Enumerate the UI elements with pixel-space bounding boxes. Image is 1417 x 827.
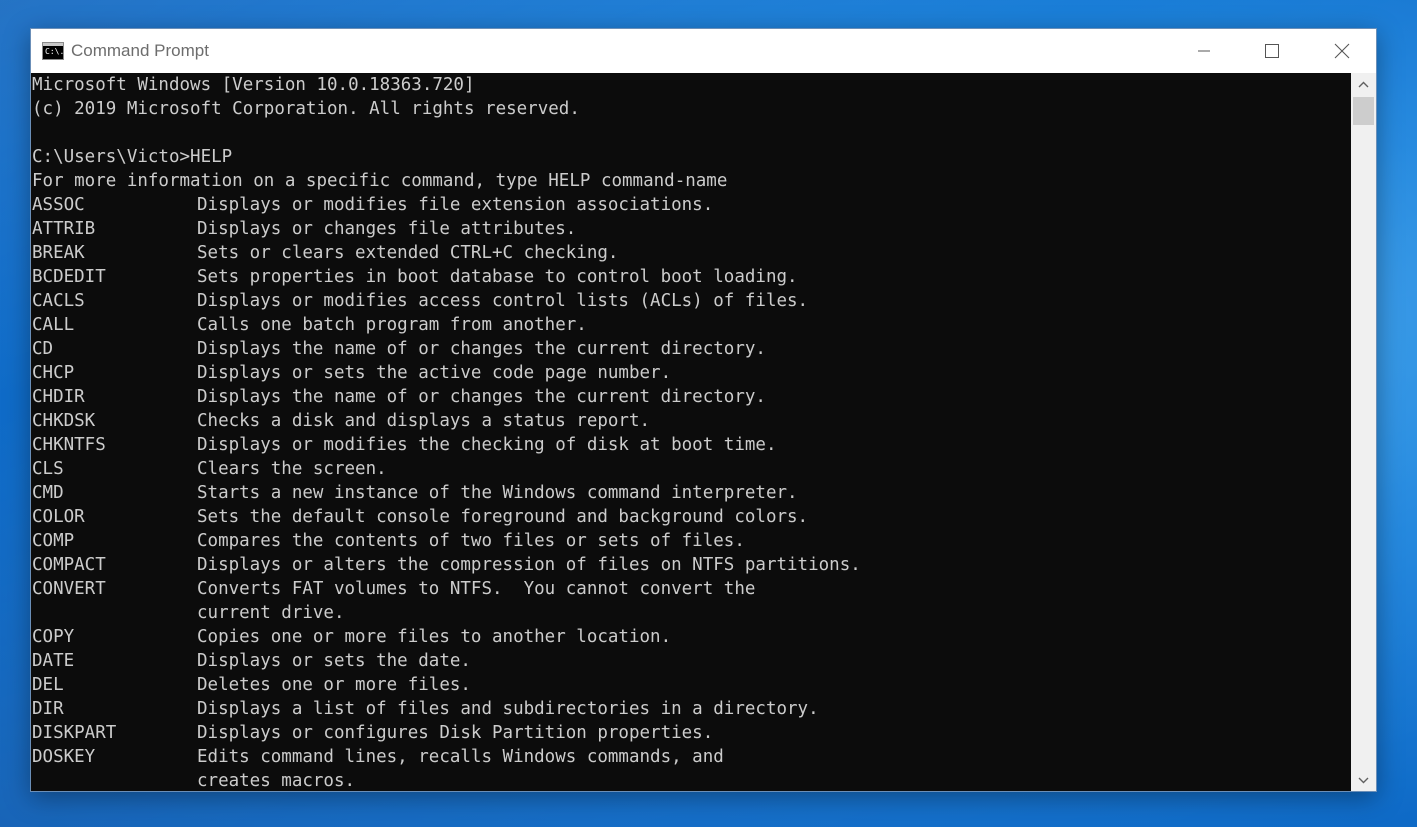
console-line: Microsoft Windows [Version 10.0.18363.72…	[32, 75, 475, 95]
help-command-description: Displays the name of or changes the curr…	[197, 339, 766, 359]
help-command-name: DOSKEY	[32, 747, 96, 767]
help-command-name: DEL	[32, 675, 64, 695]
help-command-description: creates macros.	[197, 771, 356, 791]
maximize-button[interactable]	[1249, 29, 1295, 73]
help-command-description: Displays the name of or changes the curr…	[197, 387, 766, 407]
help-command-name: CHKDSK	[32, 411, 96, 431]
help-command-name: ATTRIB	[32, 219, 96, 239]
help-command-name: CHKNTFS	[32, 435, 106, 455]
title-bar[interactable]: C:\. Command Prompt	[31, 29, 1376, 73]
help-command-description: Compares the contents of two files or se…	[197, 531, 745, 551]
command-prompt-window: C:\. Command Prompt Microsoft Windows [V…	[30, 28, 1377, 792]
help-command-description: Starts a new instance of the Windows com…	[197, 483, 798, 503]
help-command-description: Displays or changes file attributes.	[197, 219, 577, 239]
help-command-description: Converts FAT volumes to NTFS. You cannot…	[197, 579, 756, 599]
scroll-down-button[interactable]	[1351, 769, 1376, 791]
help-command-description: current drive.	[197, 603, 345, 623]
help-command-description: Sets properties in boot database to cont…	[197, 267, 798, 287]
help-command-description: Displays or alters the compression of fi…	[197, 555, 861, 575]
help-command-name: BCDEDIT	[32, 267, 106, 287]
help-command-description: Displays or modifies file extension asso…	[197, 195, 714, 215]
help-command-name: BREAK	[32, 243, 85, 263]
close-icon	[1334, 43, 1350, 59]
help-command-description: Clears the screen.	[197, 459, 387, 479]
help-command-description: Displays or modifies access control list…	[197, 291, 809, 311]
help-command-name: COPY	[32, 627, 75, 647]
scroll-thumb[interactable]	[1353, 97, 1374, 125]
cmd-app-icon-text: C:\.	[45, 47, 65, 56]
help-command-name: CALL	[32, 315, 75, 335]
help-command-description: Displays or configures Disk Partition pr…	[197, 723, 714, 743]
help-command-name: CD	[32, 339, 54, 359]
help-command-description: Displays or sets the date.	[197, 651, 471, 671]
help-command-description: Edits command lines, recalls Windows com…	[197, 747, 724, 767]
minimize-button[interactable]	[1181, 29, 1227, 73]
chevron-up-icon	[1358, 81, 1369, 87]
help-command-name: CHCP	[32, 363, 75, 383]
help-command-name: DISKPART	[32, 723, 117, 743]
help-command-description: Displays or sets the active code page nu…	[197, 363, 672, 383]
help-command-description: Displays a list of files and subdirector…	[197, 699, 819, 719]
help-command-description: Calls one batch program from another.	[197, 315, 587, 335]
help-command-description: Sets the default console foreground and …	[197, 507, 809, 527]
help-command-name: CACLS	[32, 291, 85, 311]
help-command-name: ASSOC	[32, 195, 85, 215]
close-button[interactable]	[1319, 29, 1365, 73]
cmd-app-icon[interactable]: C:\.	[42, 42, 64, 60]
help-command-description: Displays or modifies the checking of dis…	[197, 435, 777, 455]
help-command-name: DIR	[32, 699, 64, 719]
console-line: (c) 2019 Microsoft Corporation. All righ…	[32, 99, 580, 119]
help-command-name: COMP	[32, 531, 75, 551]
console-line: C:\Users\Victo>HELP	[32, 147, 233, 167]
help-command-description: Checks a disk and displays a status repo…	[197, 411, 651, 431]
help-command-description: Sets or clears extended CTRL+C checking.	[197, 243, 619, 263]
window-title: Command Prompt	[71, 41, 209, 60]
console-line: For more information on a specific comma…	[32, 171, 728, 191]
vertical-scrollbar[interactable]	[1351, 73, 1376, 791]
help-command-description: Deletes one or more files.	[197, 675, 471, 695]
help-command-name: COMPACT	[32, 555, 106, 575]
help-command-name: CLS	[32, 459, 64, 479]
maximize-icon	[1265, 44, 1279, 58]
help-command-name: CMD	[32, 483, 64, 503]
help-command-name: CONVERT	[32, 579, 106, 599]
help-command-name: DATE	[32, 651, 75, 671]
help-command-description: Copies one or more files to another loca…	[197, 627, 672, 647]
chevron-down-icon	[1358, 777, 1369, 783]
help-command-name: CHDIR	[32, 387, 85, 407]
minimize-icon	[1198, 50, 1210, 52]
help-command-name: COLOR	[32, 507, 85, 527]
scroll-up-button[interactable]	[1351, 73, 1376, 95]
console-output[interactable]: Microsoft Windows [Version 10.0.18363.72…	[31, 73, 1351, 791]
